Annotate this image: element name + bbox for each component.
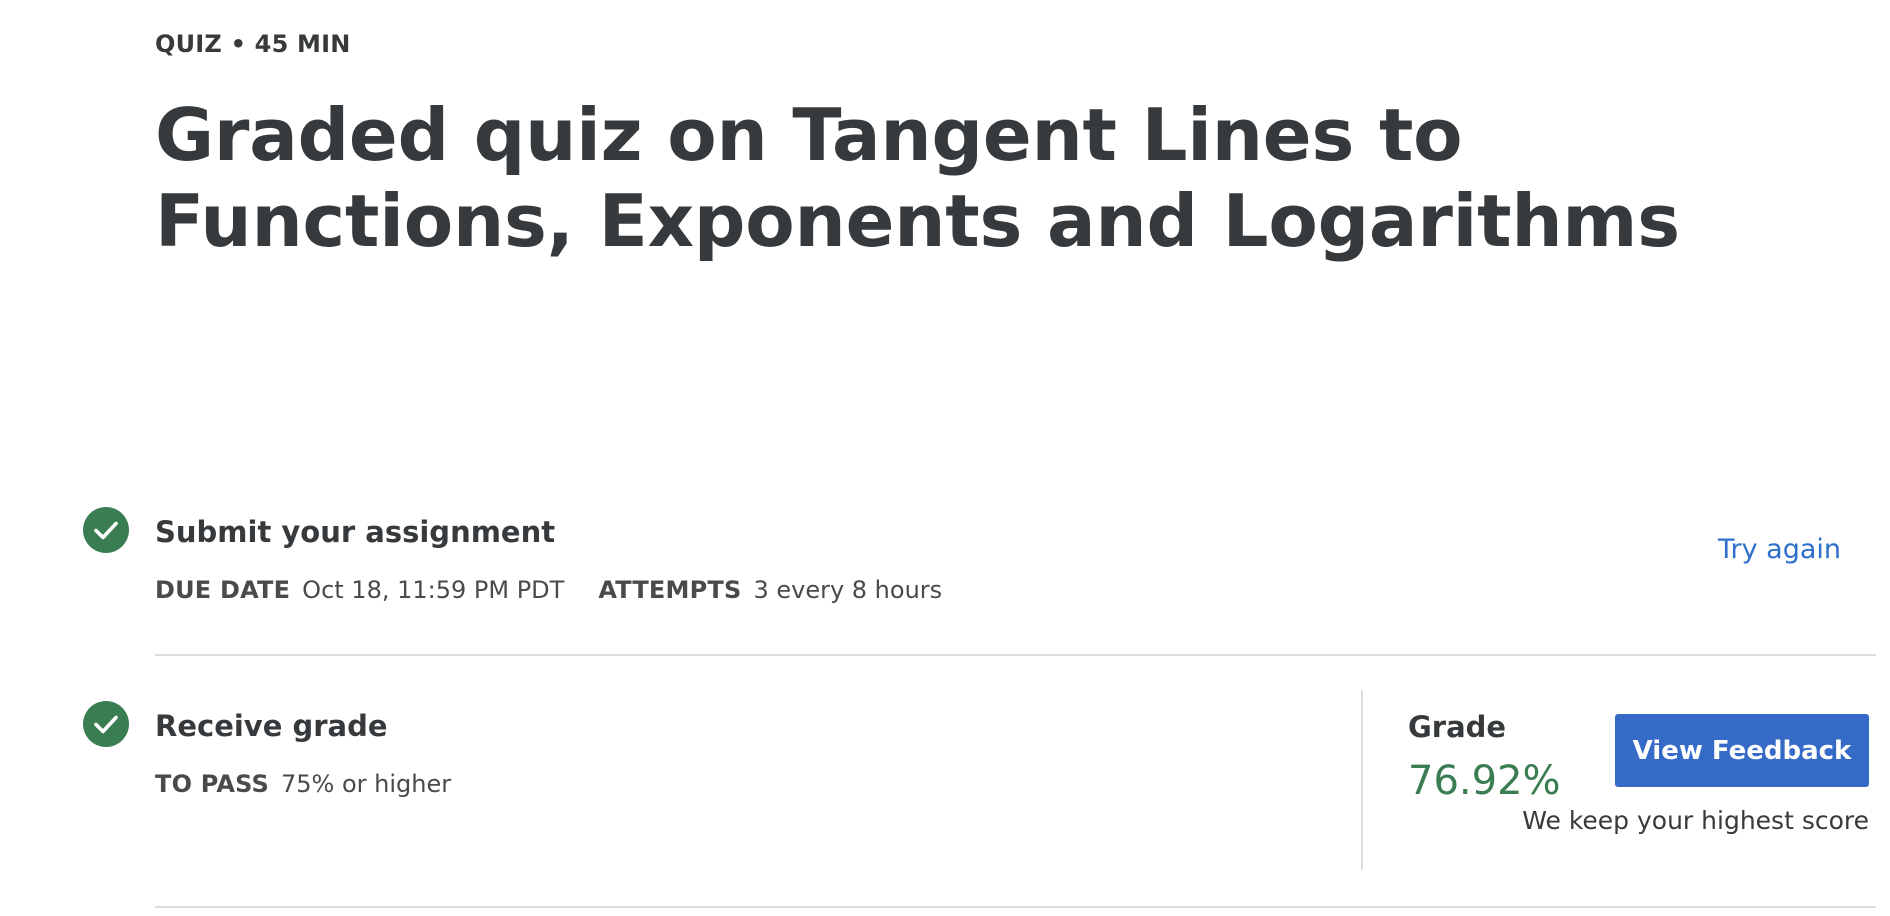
divider bbox=[155, 654, 1876, 656]
check-circle-icon bbox=[83, 507, 129, 553]
quiz-page: QUIZ • 45 MIN Graded quiz on Tangent Lin… bbox=[0, 0, 1890, 916]
submit-step-meta: DUE DATE Oct 18, 11:59 PM PDT ATTEMPTS 3 ev… bbox=[155, 576, 942, 604]
page-title: Graded quiz on Tangent Lines to Function… bbox=[155, 93, 1680, 263]
to-pass-label: TO PASS bbox=[155, 770, 269, 798]
view-feedback-button[interactable]: View Feedback bbox=[1615, 714, 1869, 787]
grade-value: 76.92% bbox=[1408, 758, 1561, 804]
try-again-link[interactable]: Try again bbox=[1718, 534, 1841, 565]
attempts-label: ATTEMPTS bbox=[598, 576, 742, 604]
grade-label: Grade bbox=[1408, 710, 1507, 744]
divider bbox=[155, 906, 1876, 908]
due-date-value: Oct 18, 11:59 PM PDT bbox=[302, 576, 565, 604]
grade-step-heading: Receive grade bbox=[155, 709, 388, 743]
quiz-kicker: QUIZ • 45 MIN bbox=[155, 30, 351, 58]
check-circle-icon bbox=[83, 701, 129, 747]
attempts-value: 3 every 8 hours bbox=[753, 576, 943, 604]
grade-step-meta: TO PASS 75% or higher bbox=[155, 770, 451, 798]
highest-score-note: We keep your highest score bbox=[1522, 806, 1869, 835]
due-date-label: DUE DATE bbox=[155, 576, 291, 604]
submit-step-heading: Submit your assignment bbox=[155, 515, 556, 549]
to-pass-value: 75% or higher bbox=[280, 770, 452, 798]
vertical-divider bbox=[1361, 690, 1363, 870]
